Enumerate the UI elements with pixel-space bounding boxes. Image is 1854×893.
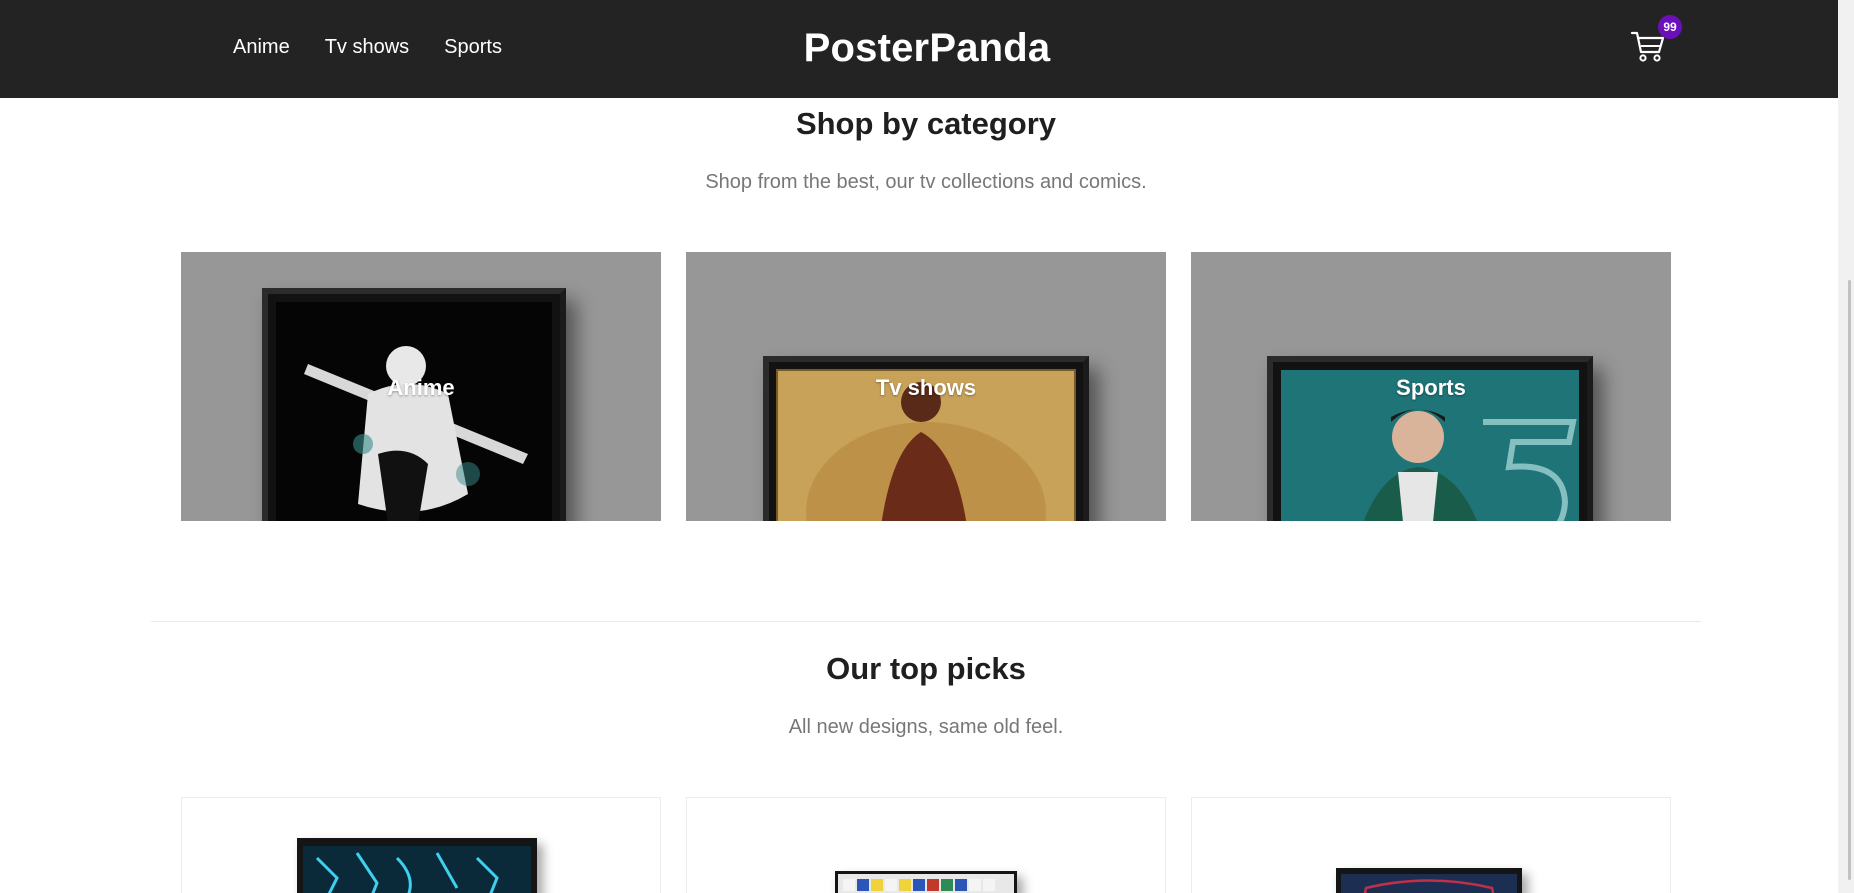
- nav-link-tv-shows[interactable]: Tv shows: [325, 36, 409, 59]
- categories-title: Shop by category: [795, 106, 1057, 141]
- section-divider: [151, 621, 1701, 622]
- product-card[interactable]: [181, 797, 661, 893]
- nav-link-sports[interactable]: Sports: [444, 36, 502, 59]
- top-picks-title: Our top picks: [826, 651, 1026, 686]
- brand-logo[interactable]: PosterPanda: [804, 26, 1051, 70]
- page: Anime Tv shows Sports PosterPanda 99 Sho…: [0, 0, 1854, 893]
- nav-link-anime[interactable]: Anime: [233, 36, 290, 59]
- product-image: [297, 838, 537, 893]
- navbar: Anime Tv shows Sports PosterPanda 99: [0, 0, 1854, 98]
- product-image: [835, 871, 1017, 893]
- anime-poster-image: [262, 288, 566, 521]
- category-label: Anime: [387, 375, 455, 400]
- product-card[interactable]: [686, 797, 1166, 893]
- top-picks-subtitle: All new designs, same old feel.: [788, 716, 1064, 738]
- nav-links: Anime Tv shows Sports: [233, 36, 502, 59]
- category-card-sports[interactable]: Sports: [1191, 252, 1671, 521]
- cart-count-badge: 99: [1658, 15, 1682, 39]
- product-image: [1336, 868, 1522, 893]
- scrollbar-track[interactable]: [1838, 0, 1854, 893]
- category-card-anime[interactable]: Anime: [181, 252, 661, 521]
- categories-subtitle: Shop from the best, our tv collections a…: [705, 171, 1147, 193]
- category-label: Tv shows: [875, 375, 977, 400]
- category-label: Sports: [1396, 375, 1466, 400]
- category-card-tv-shows[interactable]: Tv shows: [686, 252, 1166, 521]
- scrollbar-thumb[interactable]: [1848, 280, 1851, 880]
- product-card[interactable]: [1191, 797, 1671, 893]
